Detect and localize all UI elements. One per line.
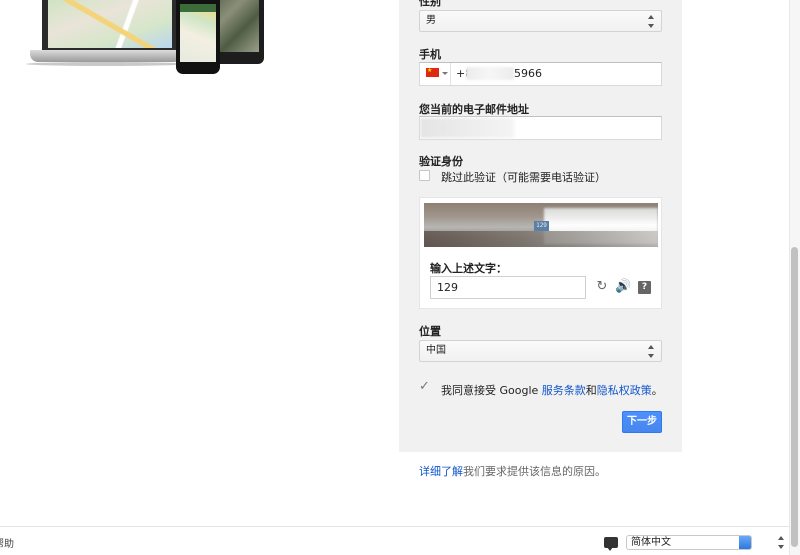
skip-verification-checkbox[interactable] [419,170,430,181]
gender-value: 男 [426,15,436,26]
phone-redacted [466,67,514,80]
phone-screen [180,4,216,62]
laptop-base [30,50,182,62]
terms-conjunction: 和 [585,384,597,397]
language-select[interactable]: 简体中文 [626,535,752,550]
audio-icon[interactable]: 🔊 [615,280,631,294]
location-value: 中国 [426,345,446,356]
phone-status-bar [180,4,216,12]
learn-more-link[interactable]: 详细了解 [419,465,463,478]
language-value: 简体中文 [631,537,671,548]
captcha-input[interactable] [430,276,586,299]
captcha-prompt: 输入上述文字： [430,262,507,275]
terms-text: 我同意接受 Google 服务条款和隐私权政策。 [441,382,663,398]
tablet-screen [217,0,259,52]
phone-label: 手机 [419,48,441,61]
learn-more-reason: 我们要求提供该信息的原因。 [463,465,606,478]
language-dropdown-button[interactable] [739,536,751,549]
country-dropdown-caret-icon[interactable] [442,72,448,75]
refresh-icon[interactable]: ↻ [595,280,609,294]
learn-more-text: 详细了解我们要求提供该信息的原因。 [419,463,606,479]
captcha-image-text: 129 [534,221,549,231]
privacy-link[interactable]: 隐私权政策 [597,384,652,397]
terms-prefix: 我同意接受 Google [441,384,542,397]
terms-checkbox[interactable]: ✓ [419,380,430,394]
checkmark-icon: ✓ [419,379,430,394]
location-select[interactable]: 中国 [419,340,662,362]
gender-label: 性别 [419,0,441,8]
tos-link[interactable]: 服务条款 [542,384,586,397]
terms-suffix: 。 [651,384,663,397]
flag-star-icon: ★ [427,67,433,74]
select-arrows-icon [648,15,655,28]
laptop-shadow [26,62,186,66]
next-button[interactable]: 下一步 [622,411,662,433]
help-icon[interactable]: ? [638,281,651,294]
help-link[interactable]: 帮助 [0,535,14,550]
footer-divider [0,526,789,527]
email-label: 您当前的电子邮件地址 [419,103,529,116]
location-label: 位置 [419,325,441,338]
page-select-arrows-icon [778,536,785,549]
skip-verification-label: 跳过此验证（可能需要电话验证） [441,171,606,184]
scrollbar-thumb[interactable] [791,247,798,547]
country-divider [450,63,451,85]
select-arrows-icon [648,345,655,358]
map-illustration [48,0,172,48]
chat-bubble-icon[interactable] [604,537,618,551]
phone-suffix: 5966 [514,67,542,80]
verify-label: 验证身份 [419,155,463,168]
gender-select[interactable]: 男 [419,10,662,32]
email-redacted [420,118,514,138]
